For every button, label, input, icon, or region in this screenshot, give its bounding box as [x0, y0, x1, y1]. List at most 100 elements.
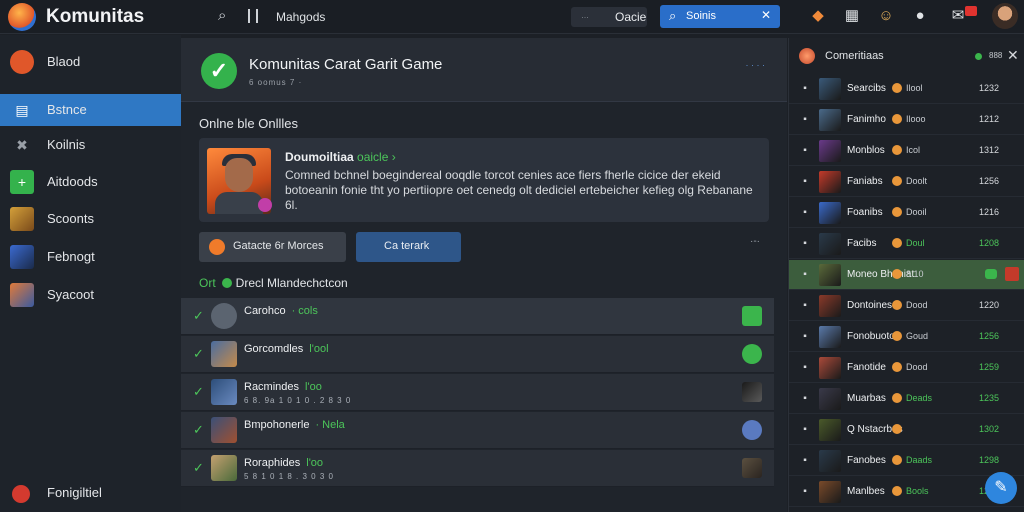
page-title: Komunitas Carat Garit Game — [249, 56, 443, 73]
member-name: Bmpohonerle · Nela — [244, 419, 345, 431]
list-item[interactable]: ✓ Roraphides l'oo 5 8 1 0 1 8 . 3 0 3 0 — [181, 450, 774, 487]
bullet-icon: ▪ — [803, 238, 807, 249]
conversation-status: Dood — [906, 300, 928, 310]
grid-icon[interactable]: ▦ — [842, 6, 862, 26]
list-item[interactable]: ✓ Bmpohonerle · Nela — [181, 412, 774, 449]
conversation-row[interactable]: ▪ Fanimho Ilooo 1212 — [789, 105, 1024, 135]
pause-icon[interactable] — [248, 9, 258, 23]
clear-icon[interactable]: ✕ — [761, 8, 771, 22]
menu-link[interactable]: Mahgods — [276, 10, 325, 24]
search-icon[interactable]: ⌕ — [218, 7, 236, 25]
conversation-status: Ilooo — [906, 114, 926, 124]
status-dot-icon — [892, 486, 902, 496]
app-logo-icon[interactable] — [8, 3, 36, 31]
chip-value: Oacie — [615, 10, 647, 24]
sidebar-item-1[interactable]: ▤ Bstnce — [0, 94, 181, 126]
emoji-icon[interactable]: ☺ — [876, 6, 896, 26]
conversation-row[interactable]: ▪ Foanibs Dooil 1216 — [789, 198, 1024, 228]
game-thumb-icon — [10, 283, 34, 307]
game-thumb-icon[interactable] — [742, 382, 762, 402]
sidebar-item-5[interactable]: Febnogt — [0, 241, 181, 273]
sidebar-item-label: Syacoot — [47, 287, 94, 302]
bullet-icon: ▪ — [803, 176, 807, 187]
more-options-icon[interactable]: ·-· — [750, 236, 760, 247]
sidebar-item-6[interactable]: Syacoot — [0, 279, 181, 311]
section-title: Onlne ble Onllles — [199, 116, 298, 131]
conversation-row[interactable]: ▪ Moneo Bhuniat 8 10 — [789, 260, 1024, 290]
conversation-name: Searcibs — [847, 83, 886, 94]
conversation-time: 1235 — [979, 393, 1000, 403]
close-icon[interactable]: ✕ — [1007, 47, 1019, 64]
conversation-time: 1312 — [979, 145, 1000, 155]
conversation-status: Dood — [906, 362, 928, 372]
edit-icon[interactable]: ✎ — [985, 472, 1017, 504]
game-thumb-icon — [819, 140, 841, 162]
check-icon: ✓ — [193, 308, 204, 323]
conversation-time: 1256 — [979, 176, 1000, 186]
secondary-button[interactable]: Gatacte 6r Morces — [199, 232, 346, 262]
puzzle-icon[interactable] — [742, 306, 762, 326]
conversation-row[interactable]: ▪ Muarbas Deads 1235 — [789, 384, 1024, 414]
game-thumb-icon[interactable] — [742, 458, 762, 478]
conversation-time: 1259 — [979, 362, 1000, 372]
sidebar-item-0[interactable]: Blaod — [0, 46, 181, 78]
avatar — [211, 455, 237, 481]
sidebar-item-label: Febnogt — [47, 249, 95, 264]
avatar[interactable] — [992, 3, 1018, 29]
conversation-name: Faniabs — [847, 176, 883, 187]
post-tag[interactable]: oaicle › — [357, 150, 396, 164]
status-dot-icon — [892, 300, 902, 310]
search-bar[interactable]: ⌕ ✕ — [660, 5, 780, 28]
main-panel: ✓ Komunitas Carat Garit Game 6 oomus 7 ·… — [181, 38, 787, 512]
game-controller-icon[interactable]: ◆ — [808, 6, 828, 26]
panel-title: Comeritiaas — [825, 50, 884, 62]
conversation-row[interactable]: ▪ Q Nstacrbes 1302 — [789, 415, 1024, 445]
conversation-time: 1220 — [979, 300, 1000, 310]
conversation-row[interactable]: ▪ Faniabs Doolt 1256 — [789, 167, 1024, 197]
game-thumb-icon — [1005, 267, 1019, 281]
header-dots: · · · · — [745, 60, 766, 70]
list-item[interactable]: ✓ Gorcomdles l'ool — [181, 336, 774, 373]
primary-button[interactable]: Ca terark — [356, 232, 461, 262]
top-bar: Komunitas ⌕ Mahgods … Oacie ⌕ ✕ ◆ ▦ ☺ ● … — [0, 0, 1024, 34]
avatar — [211, 341, 237, 367]
game-header: ✓ Komunitas Carat Garit Game 6 oomus 7 ·… — [181, 38, 787, 102]
status-dot-icon — [892, 238, 902, 248]
game-icon[interactable] — [742, 344, 762, 364]
conversation-name: Dontoines — [847, 300, 893, 311]
conversation-row[interactable]: ▪ Monblos Icol 1312 — [789, 136, 1024, 166]
conversation-row[interactable]: ▪ Fanotide Dood 1259 — [789, 353, 1024, 383]
conversation-status: Doolt — [906, 176, 928, 186]
conversation-row[interactable]: ▪ Fonobuotos Goud 1256 — [789, 322, 1024, 352]
sidebar-item-settings[interactable]: Fonigiltiel — [0, 477, 181, 509]
status-dot-icon — [892, 145, 902, 155]
list-heading-prefix: Ort — [199, 276, 216, 290]
sidebar-item-label: Koilnis — [47, 137, 86, 152]
conversation-row[interactable]: ▪ Facibs Doul 1208 — [789, 229, 1024, 259]
sidebar-item-3[interactable]: + Aitdoods — [0, 166, 181, 198]
bullet-icon: ▪ — [803, 424, 807, 435]
conversation-row[interactable]: ▪ Searcibs Ilool 1232 — [789, 74, 1024, 104]
sidebar-item-2[interactable]: ✖ Koilnis — [0, 129, 181, 161]
list-item[interactable]: ✓ Carohco · cols — [181, 298, 774, 335]
button-label: Gatacte 6r Morces — [233, 240, 324, 252]
conversation-row[interactable]: ▪ Fanobes Daads 1298 — [789, 446, 1024, 476]
sidebar-item-4[interactable]: Scoonts — [0, 203, 181, 235]
check-logo-icon: ✓ — [201, 53, 237, 89]
filter-chip[interactable]: … Oacie — [571, 7, 647, 27]
search-input[interactable] — [686, 8, 756, 24]
game-thumb-icon — [819, 233, 841, 255]
chat-icon[interactable]: ● — [910, 6, 930, 26]
community-icon — [799, 48, 815, 64]
game-thumb-icon — [819, 357, 841, 379]
list-heading: Ort Drecl Mlandechctcon — [199, 276, 348, 290]
conversation-time: 1212 — [979, 114, 1000, 124]
game-icon[interactable] — [742, 420, 762, 440]
featured-post[interactable]: Doumoiltiaa oaicle › Comned bchnel boegi… — [199, 138, 769, 222]
list-item[interactable]: ✓ Racmindes l'oo 6 8. 9a 1 0 1 0 . 2 8 3 … — [181, 374, 774, 411]
game-thumb-icon — [819, 171, 841, 193]
chat-icon[interactable] — [985, 269, 997, 279]
status-dot-icon — [892, 176, 902, 186]
conversation-row[interactable]: ▪ Dontoines Dood 1220 — [789, 291, 1024, 321]
action-row: Gatacte 6r Morces Ca terark ·-· — [199, 232, 769, 262]
